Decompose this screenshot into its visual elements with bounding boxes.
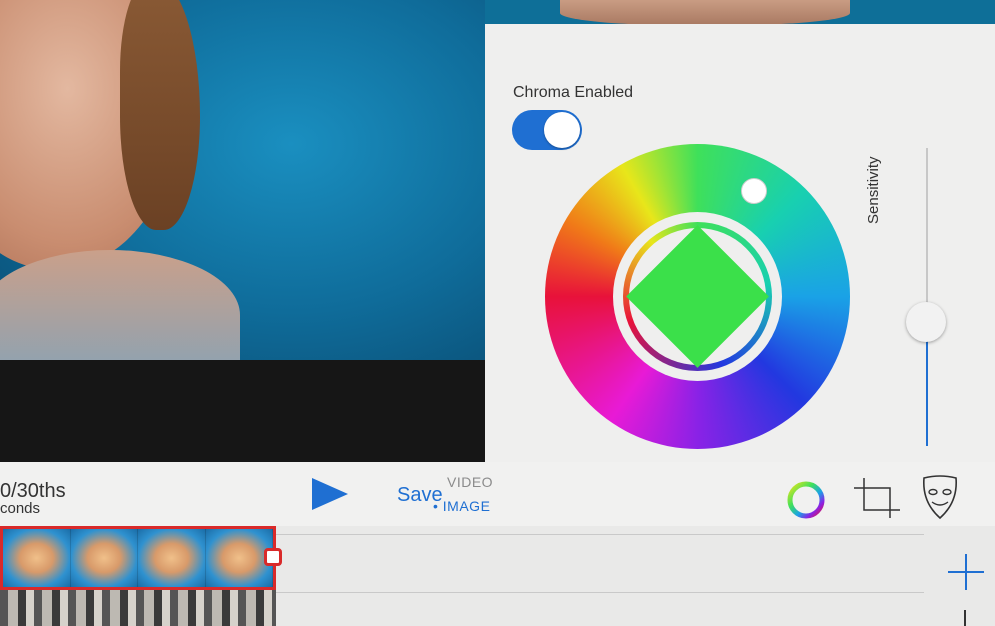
chroma-enabled-label: Chroma Enabled	[513, 84, 634, 101]
track-divider	[964, 610, 966, 626]
hue-handle[interactable]	[741, 178, 767, 204]
play-icon	[312, 478, 348, 510]
clip-trim-handle[interactable]	[264, 548, 282, 566]
secondary-clip-track[interactable]	[0, 590, 276, 626]
clip-thumbnail	[138, 529, 206, 587]
timeline	[0, 526, 995, 626]
track-line	[276, 592, 924, 593]
clip-thumbnail	[3, 529, 71, 587]
preview-video-top	[560, 0, 850, 26]
preview-subject-shoulder	[0, 250, 240, 360]
color-picker-wheel[interactable]	[545, 144, 850, 449]
add-clip-button[interactable]	[946, 552, 986, 592]
play-button[interactable]	[310, 476, 350, 512]
sensitivity-track[interactable]	[926, 148, 928, 320]
mode-image-option[interactable]: • IMAGE	[433, 498, 490, 514]
color-wheel-icon[interactable]	[786, 480, 826, 520]
track-line	[276, 534, 924, 535]
plus-icon	[948, 554, 984, 590]
clip-thumbnail	[205, 529, 273, 587]
toggle-knob	[544, 112, 580, 148]
crop-icon[interactable]	[852, 476, 902, 520]
mask-icon[interactable]	[920, 472, 960, 522]
editor-toolbar: 0/30ths conds Save VIDEO • IMAGE	[0, 462, 995, 526]
preview-letterbox	[0, 360, 485, 462]
mode-video-option[interactable]: VIDEO	[447, 474, 493, 490]
video-preview	[0, 0, 485, 360]
clip-thumbnail	[70, 529, 138, 587]
selected-video-clip[interactable]	[0, 526, 276, 590]
chroma-key-panel: Chroma Enabled Sensitivity	[485, 24, 995, 464]
sensitivity-label: Sensitivity	[865, 156, 882, 224]
preview-subject-hair	[120, 0, 200, 230]
duration-unit: conds	[0, 500, 41, 517]
sensitivity-slider-handle[interactable]	[906, 302, 946, 342]
